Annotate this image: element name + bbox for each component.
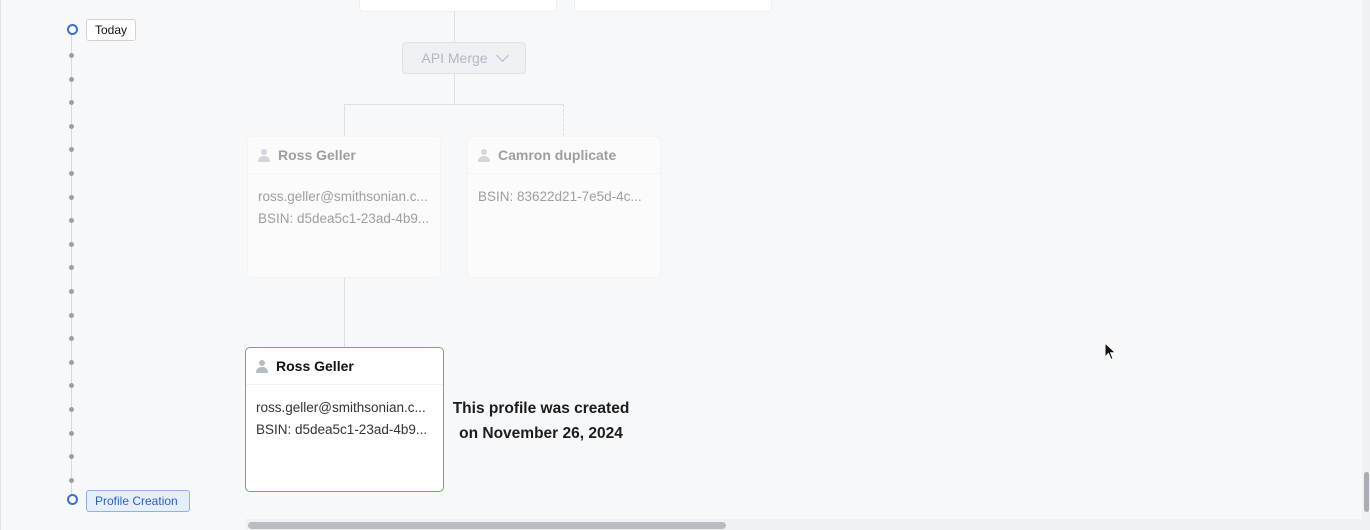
timeline-dot [69,383,74,389]
person-icon [258,148,270,162]
today-tag[interactable]: Today [86,19,137,41]
chevron-down-icon [495,49,509,62]
timeline-dot [69,312,74,318]
profile-card-ross-created[interactable]: Ross Geller ross.geller@smithsonian.c...… [245,347,444,492]
card-email: ross.geller@smithsonian.c... [258,189,428,204]
profile-creation-tag[interactable]: Profile Creation [86,490,190,512]
timeline-profile-creation-marker[interactable] [67,494,78,505]
card-name: Ross Geller [276,358,354,374]
timeline-dot [69,454,74,460]
card-name: Ross Geller [278,147,356,163]
card-bsin: BSIN: d5dea5c1-23ad-4b9... [256,422,428,437]
profile-card-camron[interactable]: Camron duplicate BSIN: 83622d21-7e5d-4c.… [467,136,661,278]
timeline-dot [69,76,74,82]
connector-merge [454,72,455,104]
timeline-dot [69,218,74,224]
timeline-dot [69,123,74,129]
horizontal-scrollbar-thumb[interactable] [248,522,726,529]
card-bsin: BSIN: 83622d21-7e5d-4c... [478,189,642,204]
card-email: ross.geller@smithsonian.c... [256,400,426,415]
card-name: Camron duplicate [498,147,617,163]
top-card-left[interactable] [359,0,557,12]
timeline-today-marker[interactable] [67,24,78,35]
person-icon [478,148,490,162]
timeline-dot [69,100,74,106]
timeline-dot [69,407,74,412]
timeline-dot [69,171,74,176]
vertical-scrollbar-thumb[interactable] [1364,472,1369,512]
api-merge-button[interactable]: API Merge [402,42,526,74]
timeline-dot [69,359,74,365]
timeline-dot [69,289,74,294]
api-merge-label: API Merge [421,50,488,66]
timeline-dot [69,241,74,247]
timeline-dot [69,265,74,271]
connector-top [454,11,455,42]
card-bsin: BSIN: d5dea5c1-23ad-4b9... [258,211,430,226]
frame-edge [0,0,1,530]
timeline-dot [69,147,74,153]
top-card-right[interactable] [574,0,772,12]
timeline-dot [69,194,74,200]
connector-left [344,104,345,136]
connector-bottom [344,278,345,347]
timeline-dot [69,477,74,483]
profile-card-ross-merged[interactable]: Ross Geller ross.geller@smithsonian.c...… [247,136,441,278]
mouse-cursor-icon [1104,342,1117,361]
timeline-dot [69,53,74,58]
connector-right-dashed [563,104,564,136]
timeline-dot [69,430,74,436]
person-icon [256,359,268,373]
creation-note-line2: on November 26, 2024 [459,425,623,442]
creation-note-line1: This profile was created [452,400,630,417]
timeline-dot [69,336,74,342]
vertical-scrollbar-track[interactable] [1362,0,1370,530]
creation-note: This profile was created on November 26,… [452,396,630,446]
connector-branch [344,104,564,105]
